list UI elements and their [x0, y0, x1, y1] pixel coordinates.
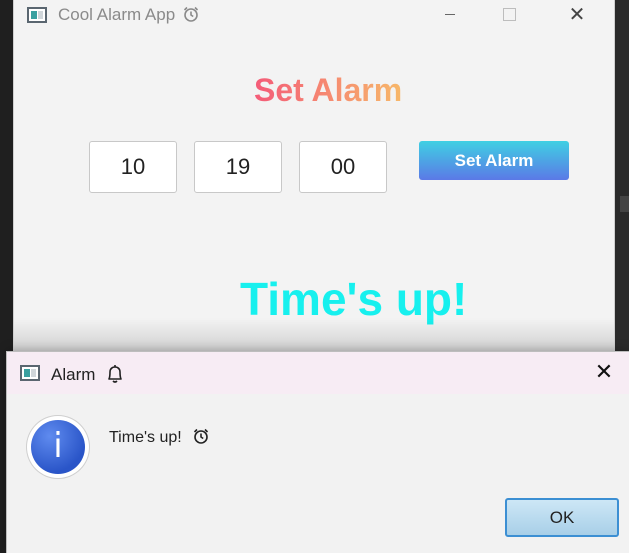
set-alarm-heading: Set Alarm: [254, 72, 403, 108]
dialog-message: Time's up!: [109, 427, 210, 447]
alarm-clock-icon: [194, 428, 209, 444]
ok-button[interactable]: OK: [505, 498, 619, 537]
hour-input[interactable]: [89, 141, 177, 193]
window-title: Cool Alarm App: [58, 5, 200, 25]
main-titlebar[interactable]: Cool Alarm App ✕: [14, 0, 614, 30]
minute-input[interactable]: [194, 141, 282, 193]
set-alarm-button[interactable]: Set Alarm: [419, 141, 569, 180]
close-icon: ✕: [568, 2, 586, 26]
close-icon: ✕: [594, 360, 614, 385]
main-window: Cool Alarm App ✕ Set Alarm Set Alarm Tim…: [14, 0, 614, 360]
minimize-button[interactable]: [426, 0, 472, 30]
maximize-icon: [503, 8, 516, 21]
minimize-icon: [445, 14, 455, 15]
dialog-title: Alarm: [51, 365, 96, 384]
dialog-app-icon: [20, 365, 40, 381]
maximize-button[interactable]: [486, 0, 532, 30]
dialog-titlebar[interactable]: Alarm ✕: [7, 352, 629, 394]
dialog-close-button[interactable]: ✕: [587, 358, 621, 388]
info-icon: i: [27, 416, 89, 478]
alarm-dialog: Alarm ✕ i Time's up! OK: [7, 352, 629, 553]
close-button[interactable]: ✕: [554, 0, 600, 30]
second-input[interactable]: [299, 141, 387, 193]
app-icon: [27, 7, 47, 23]
desktop-handle: [620, 196, 629, 212]
bell-icon: [108, 365, 122, 383]
alarm-clock-icon: [183, 6, 198, 22]
